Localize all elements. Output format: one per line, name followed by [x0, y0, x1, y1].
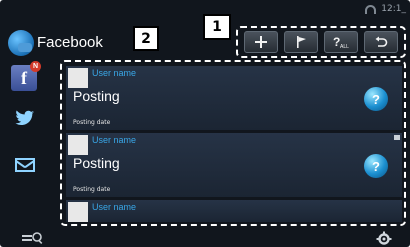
- avatar: [68, 202, 88, 222]
- like-button[interactable]: ?: [364, 154, 388, 178]
- attachment-icon: [394, 135, 400, 140]
- facebook-icon: f: [21, 67, 27, 88]
- service-sidebar: f N: [0, 61, 52, 232]
- user-name: User name: [92, 68, 137, 78]
- search-list-icon: [22, 232, 43, 244]
- post-text: Posting: [73, 88, 120, 104]
- new-post-button[interactable]: [244, 31, 278, 53]
- facebook-app-screen: 12:1_ Facebook 1 2 ? ALL f N User name P…: [0, 0, 410, 247]
- sidebar-item-facebook[interactable]: f N: [11, 61, 41, 91]
- post-date: Posting date: [73, 119, 111, 126]
- avatar: [68, 68, 88, 88]
- twitter-icon: [15, 110, 35, 131]
- avatar: [68, 135, 88, 155]
- svg-text:ALL: ALL: [340, 44, 349, 50]
- callout-1: 1: [203, 14, 231, 40]
- like-icon: ?: [372, 158, 380, 174]
- gear-icon: [376, 231, 392, 245]
- list-item[interactable]: User name Posting Posting date ?: [66, 133, 402, 197]
- flag-icon: [294, 35, 308, 49]
- new-badge: N: [30, 61, 41, 72]
- user-name: User name: [92, 135, 137, 145]
- feed-list: User name Posting Posting date ? User na…: [60, 60, 406, 226]
- sidebar-item-messages[interactable]: [15, 158, 35, 172]
- action-toolbar: ? ALL: [236, 26, 406, 58]
- sidebar-item-twitter[interactable]: [15, 110, 35, 131]
- flag-button[interactable]: [284, 31, 318, 53]
- like-button[interactable]: ?: [364, 87, 388, 111]
- callout-2: 2: [133, 26, 159, 51]
- wifi-icon: [365, 4, 377, 14]
- back-button[interactable]: [364, 31, 398, 53]
- settings-button[interactable]: [375, 230, 395, 246]
- search-list-button[interactable]: [20, 230, 46, 246]
- list-item[interactable]: User name Posting Posting date ?: [66, 66, 402, 130]
- status-bar: 12:1_: [365, 2, 406, 16]
- list-item[interactable]: User name: [66, 200, 402, 222]
- plus-icon: [254, 35, 268, 49]
- like-all-button[interactable]: ? ALL: [324, 31, 358, 53]
- app-title: Facebook: [37, 34, 103, 51]
- bottom-bar: [0, 230, 410, 247]
- post-text: Posting: [73, 155, 120, 171]
- user-name: User name: [92, 202, 137, 212]
- like-all-icon: ? ALL: [332, 34, 350, 50]
- like-icon: ?: [372, 91, 380, 107]
- status-time: 12:1_: [381, 4, 406, 14]
- post-date: Posting date: [73, 186, 111, 193]
- back-icon: [374, 35, 388, 49]
- facebook-app-icon: [8, 30, 34, 56]
